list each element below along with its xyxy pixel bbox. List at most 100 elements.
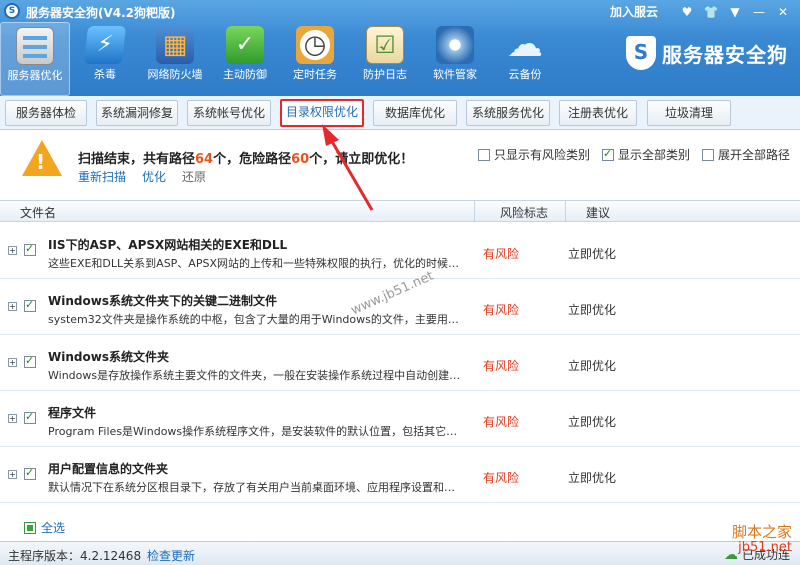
row-advice: 立即优化 [568, 303, 617, 317]
row-risk: 有风险 [483, 415, 520, 429]
scan-summary: ! 扫描结束，共有路径64个，危险路径60个，请立即优化！ 重新扫描 优化 还原… [0, 130, 800, 194]
table-row[interactable]: + 用户配置信息的文件夹 默认情况下在系统分区根目录下，存放了有关用户当前桌面环… [0, 447, 800, 503]
col-divider [565, 201, 566, 221]
tab-directory-permission[interactable]: 目录权限优化 [280, 99, 364, 127]
tab-server-checkup[interactable]: 服务器体检 [5, 100, 87, 126]
app-logo-icon: S [4, 3, 20, 19]
row-title: IIS下的ASP、APSX网站相关的EXE和DLL [48, 238, 288, 252]
join-cloud-link[interactable]: 加入服云 [610, 3, 658, 20]
clock-icon [296, 26, 334, 64]
log-icon [366, 26, 404, 64]
tool-scheduled-task[interactable]: 定时任务 [280, 22, 350, 96]
title-bar: S 服务器安全狗(V4.2狗粑版) 加入服云 ♥ 👕 ▼ — ✕ [0, 0, 800, 22]
row-checkbox[interactable] [24, 298, 36, 312]
row-title: Windows系统文件夹下的关键二进制文件 [48, 294, 277, 308]
total-count: 64 [195, 152, 214, 167]
tool-label: 云备份 [508, 68, 542, 81]
row-risk: 有风险 [483, 359, 520, 373]
tool-protection-log[interactable]: 防护日志 [350, 22, 420, 96]
row-description: Program Files是Windows操作系统程序文件，是安装软件的默认位置… [48, 425, 462, 438]
app-title: 服务器安全狗(V4.2狗粑版) [26, 6, 176, 20]
filter-label: 只显示有风险类别 [494, 148, 591, 162]
filter-risk-only[interactable]: 只显示有风险类别 [478, 146, 590, 163]
row-risk: 有风险 [483, 471, 520, 485]
user-icon[interactable]: ♥ [678, 4, 696, 20]
optimize-link[interactable]: 优化 [142, 168, 166, 185]
col-file-name[interactable]: 文件名 [20, 204, 56, 221]
expand-icon[interactable]: + [8, 414, 17, 423]
table-row[interactable]: + Windows系统文件夹 Windows是存放操作系统主要文件的文件夹，一般… [0, 335, 800, 391]
row-advice: 立即优化 [568, 359, 617, 373]
row-checkbox[interactable] [24, 354, 36, 368]
brand-logo: S 服务器安全狗 [626, 36, 788, 70]
tool-firewall[interactable]: 网络防火墙 [140, 22, 210, 96]
row-checkbox[interactable] [24, 410, 36, 424]
close-icon[interactable]: ✕ [774, 4, 792, 20]
scan-result-text: 扫描结束，共有路径64个，危险路径60个，请立即优化！ [78, 148, 413, 167]
expand-icon[interactable]: + [8, 358, 17, 367]
row-description: Windows是存放操作系统主要文件的文件夹，一般在安装操作系统过程中自动创建并… [48, 369, 462, 382]
tool-active-defense[interactable]: 主动防御 [210, 22, 280, 96]
tab-junk-clean[interactable]: 垃圾清理 [647, 100, 731, 126]
filter-options: 只显示有风险类别 显示全部类别 展开全部路径 [478, 146, 790, 163]
select-all-label: 全选 [41, 521, 66, 535]
col-divider [474, 201, 475, 221]
table-row[interactable]: + 程序文件 Program Files是Windows操作系统程序文件，是安装… [0, 391, 800, 447]
danger-count: 60 [291, 152, 310, 167]
restore-link[interactable]: 还原 [182, 168, 206, 185]
summary-suffix: 个，请立即优化！ [309, 152, 414, 167]
table-header: 文件名 风险标志 建议 [0, 200, 800, 222]
row-title: 用户配置信息的文件夹 [48, 462, 169, 476]
firewall-icon [156, 26, 194, 64]
tool-software-manager[interactable]: 软件管家 [420, 22, 490, 96]
checkbox[interactable] [702, 149, 715, 161]
select-all-checkbox[interactable] [24, 521, 36, 534]
tool-antivirus[interactable]: 杀毒 [70, 22, 140, 96]
tool-server-optimize[interactable]: 服务器优化 [0, 22, 70, 96]
site-url: jb51.net [738, 540, 792, 555]
tab-account-optimize[interactable]: 系统帐号优化 [187, 100, 271, 126]
site-name: 脚本之家 [731, 523, 792, 541]
select-all-toggle[interactable]: 全选 [24, 519, 65, 536]
tool-label: 定时任务 [293, 68, 337, 81]
tool-label: 网络防火墙 [147, 68, 203, 81]
filter-expand-all[interactable]: 展开全部路径 [702, 146, 790, 163]
expand-icon[interactable]: + [8, 302, 17, 311]
expand-icon[interactable]: + [8, 246, 17, 255]
rescan-link[interactable]: 重新扫描 [78, 168, 126, 185]
table-row[interactable]: + IIS下的ASP、APSX网站相关的EXE和DLL 这些EXE和DLL关系到… [0, 223, 800, 279]
warning-mark: ! [36, 150, 46, 174]
col-advice[interactable]: 建议 [586, 204, 610, 221]
row-title: Windows系统文件夹 [48, 350, 169, 364]
shirt-icon[interactable]: 👕 [702, 4, 720, 20]
shield-icon [226, 26, 264, 64]
col-risk[interactable]: 风险标志 [500, 204, 548, 221]
table-body: + IIS下的ASP、APSX网站相关的EXE和DLL 这些EXE和DLL关系到… [0, 223, 800, 506]
row-checkbox[interactable] [24, 242, 36, 256]
checkbox[interactable] [478, 149, 490, 161]
row-checkbox[interactable] [24, 466, 36, 480]
minimize-icon[interactable]: — [750, 4, 768, 20]
tab-service-optimize[interactable]: 系统服务优化 [466, 100, 550, 126]
checkbox[interactable] [602, 147, 615, 161]
tab-registry-optimize[interactable]: 注册表优化 [559, 100, 637, 126]
filter-label: 展开全部路径 [718, 148, 791, 162]
antivirus-icon [84, 26, 126, 64]
menu-icon[interactable]: ▼ [726, 4, 744, 20]
tab-database-optimize[interactable]: 数据库优化 [373, 100, 457, 126]
tool-label: 防护日志 [363, 68, 407, 81]
brand-shield-icon: S [626, 36, 656, 70]
filter-show-all[interactable]: 显示全部类别 [602, 146, 690, 163]
check-update-link[interactable]: 检查更新 [147, 547, 195, 564]
tool-cloud-backup[interactable]: 云备份 [490, 22, 560, 96]
sub-tab-bar: 服务器体检 系统漏洞修复 系统帐号优化 目录权限优化 数据库优化 系统服务优化 … [0, 96, 800, 130]
site-watermark: 脚本之家 jb51.net [732, 524, 792, 556]
row-risk: 有风险 [483, 303, 520, 317]
top-header: S 服务器安全狗(V4.2狗粑版) 加入服云 ♥ 👕 ▼ — ✕ 服务器优化 杀… [0, 0, 800, 96]
expand-icon[interactable]: + [8, 470, 17, 479]
tab-vuln-fix[interactable]: 系统漏洞修复 [96, 100, 178, 126]
row-advice: 立即优化 [568, 471, 617, 485]
cloud-icon [506, 24, 544, 65]
row-title: 程序文件 [48, 406, 97, 420]
tool-label: 服务器优化 [7, 69, 63, 82]
